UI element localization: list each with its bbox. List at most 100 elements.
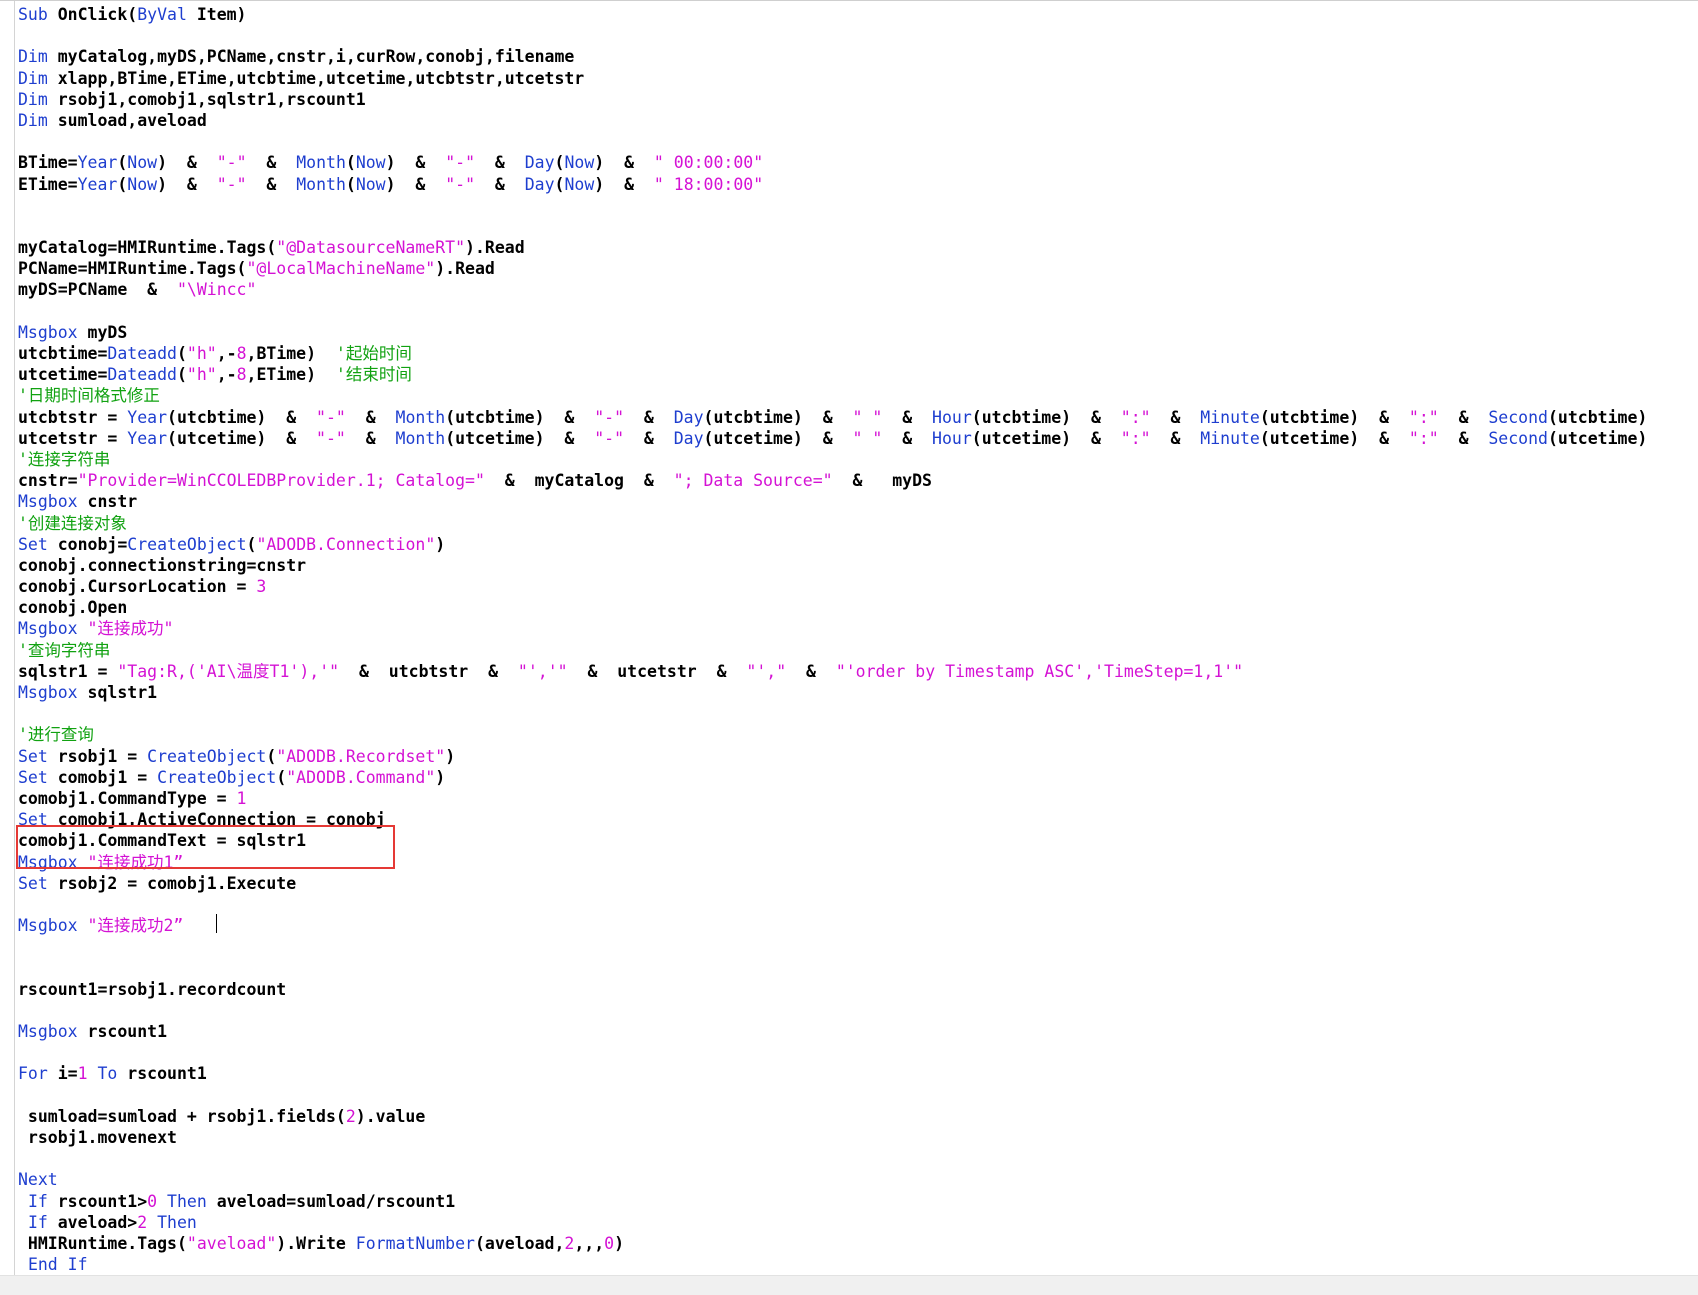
code-line[interactable]	[18, 1148, 1693, 1169]
code-line[interactable]	[18, 894, 1693, 915]
code-line[interactable]: Set comobj1.ActiveConnection = conobj	[18, 809, 1693, 830]
code-line[interactable]: End If	[18, 1254, 1693, 1275]
string-literal: "-"	[445, 174, 476, 194]
code-line[interactable]: For i=1 To rscount1	[18, 1063, 1693, 1084]
code-area[interactable]: Sub OnClick(ByVal Item) Dim myCatalog,my…	[18, 4, 1693, 1275]
code-text: conobj.Open	[18, 598, 128, 618]
keyword-token: Sub	[18, 5, 48, 24]
code-line[interactable]: '连接字符串	[18, 449, 1693, 470]
code-line[interactable]	[18, 1042, 1693, 1063]
code-line[interactable]: HMIRuntime.Tags("aveload").Write FormatN…	[18, 1233, 1693, 1254]
code-line[interactable]	[18, 957, 1693, 978]
code-line[interactable]: rsobj1.movenext	[18, 1127, 1693, 1148]
keyword-token: Set	[18, 534, 48, 554]
code-line[interactable]: utcbtime=Dateadd("h",-8,BTime) '起始时间	[18, 343, 1693, 364]
keyword-token: End If	[27, 1255, 88, 1275]
function-token: Day	[673, 407, 704, 427]
code-line[interactable]: comobj1.CommandText = sqlstr1	[18, 830, 1693, 851]
code-line[interactable]	[18, 301, 1693, 322]
code-line[interactable]: Msgbox myDS	[18, 322, 1693, 343]
keyword-token: Dim	[18, 89, 48, 109]
code-line[interactable]	[18, 25, 1693, 46]
code-line[interactable]: myDS=PCName & "\Wincc"	[18, 279, 1693, 300]
editor-gutter	[0, 1, 15, 1276]
code-line[interactable]: '进行查询	[18, 724, 1693, 745]
code-text: rsobj1,comobj1,sqlstr1,rscount1	[47, 89, 366, 109]
string-literal: "-"	[594, 407, 625, 427]
code-line[interactable]: Sub OnClick(ByVal Item)	[18, 4, 1693, 25]
code-text: conobj=	[47, 534, 128, 554]
string-literal: " "	[852, 407, 883, 427]
code-line[interactable]	[18, 216, 1693, 237]
code-text: ) &	[385, 153, 446, 173]
string-literal: "@DatasourceNameRT"	[276, 238, 466, 258]
text-cursor	[216, 914, 217, 933]
code-line[interactable]: ETime=Year(Now) & "-" & Month(Now) & "-"…	[18, 174, 1693, 195]
code-line[interactable]: Msgbox sqlstr1	[18, 682, 1693, 703]
code-text: &	[246, 153, 297, 173]
code-text: ) &	[594, 174, 654, 194]
code-line[interactable]: conobj.CursorLocation = 3	[18, 576, 1693, 597]
number-literal: 0	[604, 1233, 615, 1253]
code-line[interactable]: cnstr="Provider=WinCCOLEDBProvider.1; Ca…	[18, 470, 1693, 491]
code-line[interactable]: Msgbox "连接成功1”	[18, 852, 1693, 873]
code-text: (utcetime) &	[445, 428, 595, 448]
code-line[interactable]: Dim myCatalog,myDS,PCName,cnstr,i,curRow…	[18, 46, 1693, 67]
code-line[interactable]	[18, 936, 1693, 957]
code-line[interactable]	[18, 1000, 1693, 1021]
code-line[interactable]: Dim rsobj1,comobj1,sqlstr1,rscount1	[18, 89, 1693, 110]
code-line[interactable]	[18, 131, 1693, 152]
code-line[interactable]: PCName=HMIRuntime.Tags("@LocalMachineNam…	[18, 258, 1693, 279]
code-line[interactable]: rscount1=rsobj1.recordcount	[18, 979, 1693, 1000]
code-line[interactable]: '日期时间格式修正	[18, 385, 1693, 406]
code-text: (utcbtime) &	[971, 407, 1121, 427]
function-token: Day	[673, 428, 704, 448]
code-line[interactable]: myCatalog=HMIRuntime.Tags("@DatasourceNa…	[18, 237, 1693, 258]
string-literal: "; Data Source="	[673, 471, 833, 491]
string-literal: "ADODB.Recordset"	[276, 746, 446, 766]
code-line[interactable]: Next	[18, 1169, 1693, 1190]
code-line[interactable]: If rscount1>0 Then aveload=sumload/rscou…	[18, 1191, 1693, 1212]
code-line[interactable]: Set comobj1 = CreateObject("ADODB.Comman…	[18, 767, 1693, 788]
code-text: utcbtime=	[18, 344, 108, 363]
code-line[interactable]	[18, 703, 1693, 724]
code-line[interactable]	[18, 1085, 1693, 1106]
code-text: (utcbtime)	[1547, 407, 1648, 427]
code-line[interactable]: conobj.Open	[18, 597, 1693, 618]
code-text: (	[276, 767, 287, 787]
code-line[interactable]: If aveload>2 Then	[18, 1212, 1693, 1233]
code-text: cnstr	[77, 492, 138, 512]
code-line[interactable]: Set rsobj2 = comobj1.Execute	[18, 873, 1693, 894]
code-line[interactable]: Msgbox "连接成功"	[18, 618, 1693, 639]
code-line[interactable]: Msgbox cnstr	[18, 491, 1693, 512]
code-line[interactable]: utcetstr = Year(utcetime) & "-" & Month(…	[18, 428, 1693, 449]
string-literal: "-"	[216, 153, 247, 173]
code-line[interactable]: utcetime=Dateadd("h",-8,ETime) '结束时间	[18, 364, 1693, 385]
code-line[interactable]: comobj1.CommandType = 1	[18, 788, 1693, 809]
horizontal-scrollbar[interactable]	[0, 1275, 1698, 1295]
code-line[interactable]: sqlstr1 = "Tag:R,('AI\温度T1'),'" & utcbts…	[18, 661, 1693, 682]
code-line[interactable]: Dim xlapp,BTime,ETime,utcbtime,utcetime,…	[18, 68, 1693, 89]
code-line[interactable]: Msgbox rscount1	[18, 1021, 1693, 1042]
code-line[interactable]: Msgbox "连接成功2”	[18, 915, 1693, 936]
code-text: utcetime=	[18, 365, 108, 385]
code-line[interactable]: conobj.connectionstring=cnstr	[18, 555, 1693, 576]
code-text: )	[435, 534, 446, 554]
code-line[interactable]	[18, 195, 1693, 216]
code-line[interactable]: Set conobj=CreateObject("ADODB.Connectio…	[18, 534, 1693, 555]
code-line[interactable]: sumload=sumload + rsobj1.fields(2).value	[18, 1106, 1693, 1127]
code-line[interactable]: BTime=Year(Now) & "-" & Month(Now) & "-"…	[18, 152, 1693, 173]
code-editor[interactable]: Sub OnClick(ByVal Item) Dim myCatalog,my…	[0, 0, 1698, 1276]
code-line[interactable]: Dim sumload,aveload	[18, 110, 1693, 131]
code-line[interactable]: utcbtstr = Year(utcbtime) & "-" & Month(…	[18, 407, 1693, 428]
string-literal: "-"	[216, 174, 247, 194]
code-line[interactable]: Set rsobj1 = CreateObject("ADODB.Records…	[18, 746, 1693, 767]
code-text: HMIRuntime.Tags(	[18, 1233, 187, 1253]
function-token: Dateadd	[107, 365, 177, 385]
code-text: sumload,aveload	[47, 110, 207, 130]
code-line[interactable]: '查询字符串	[18, 640, 1693, 661]
function-token: Now	[355, 153, 386, 173]
code-line[interactable]: '创建连接对象	[18, 513, 1693, 534]
